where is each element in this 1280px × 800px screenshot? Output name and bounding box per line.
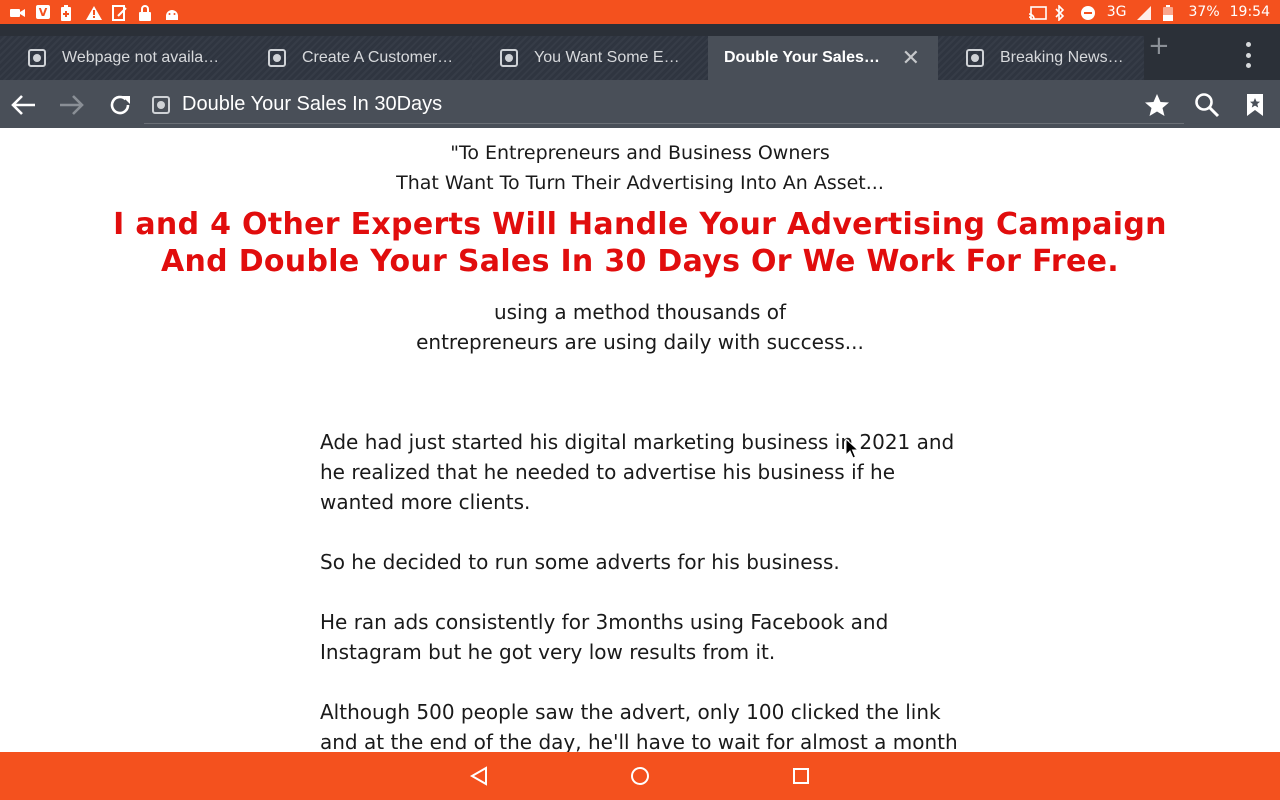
signal-icon [1136, 5, 1153, 20]
address-bar-title: Double Your Sales In 30Days [182, 93, 443, 115]
web-page-content: "To Entrepreneurs and Business Owners Th… [0, 128, 1280, 752]
subheadline-line-2: entrepreneurs are using daily with succe… [416, 330, 864, 354]
status-left-icons: V [10, 5, 180, 21]
headline: I and 4 Other Experts Will Handle Your A… [0, 206, 1280, 280]
bluetooth-icon [1055, 4, 1071, 22]
close-tab-icon[interactable]: ✕ [902, 45, 920, 71]
paragraph: Ade had just started his digital marketi… [320, 430, 955, 514]
video-icon [10, 5, 26, 19]
search-icon[interactable] [1194, 92, 1220, 118]
system-nav-bar [0, 752, 1280, 800]
status-bar: V 3G 37% 19:54 [0, 0, 1280, 24]
battery-icon [1162, 5, 1179, 21]
paragraph: So he decided to run some adverts for hi… [320, 550, 840, 574]
nav-home-icon[interactable] [628, 764, 652, 788]
globe-favicon-icon [28, 49, 46, 67]
clock: 19:54 [1229, 4, 1270, 20]
headline-line-2: And Double Your Sales In 30 Days Or We W… [161, 244, 1119, 279]
battery-saver-icon [60, 5, 76, 21]
mouse-pointer-icon [845, 437, 860, 460]
globe-favicon-icon [500, 49, 518, 67]
status-right-icons: 3G 37% 19:54 [1028, 4, 1270, 22]
tab-breaking-news[interactable]: Breaking News!! for [938, 36, 1144, 80]
tab-create-a-customer[interactable]: Create A Customer… [240, 36, 472, 80]
network-type: 3G [1106, 4, 1127, 20]
tab-label: You Want Some Em… [534, 49, 690, 66]
globe-favicon-icon [966, 49, 984, 67]
address-bar[interactable]: Double Your Sales In 30Days [144, 86, 1184, 124]
overflow-menu-icon[interactable] [1238, 42, 1258, 68]
paragraph: Although 500 people saw the advert, only… [320, 700, 958, 752]
nav-back-icon[interactable] [467, 764, 491, 788]
subheadline: using a method thousands of entrepreneur… [0, 297, 1280, 357]
back-arrow-icon[interactable] [11, 92, 37, 118]
tab-label: Create A Customer… [302, 49, 454, 66]
lock-icon [138, 5, 154, 21]
dnd-icon [1080, 5, 1097, 20]
tab-label: Webpage not availa… [62, 49, 220, 66]
edit-icon [112, 5, 128, 21]
intro-text: "To Entrepreneurs and Business Owners Th… [0, 138, 1280, 198]
globe-favicon-icon [268, 49, 286, 67]
new-tab-plus-icon[interactable]: + [1148, 33, 1172, 60]
reload-icon[interactable] [107, 92, 133, 118]
tab-webpage-not-available[interactable]: Webpage not availa… [0, 36, 240, 80]
battery-percent: 37% [1188, 4, 1220, 20]
warning-icon [86, 5, 102, 20]
tab-double-your-sales[interactable]: Double Your Sales I… ✕ [708, 36, 938, 80]
tab-label: Double Your Sales I… [724, 49, 884, 66]
intro-line-2: That Want To Turn Their Advertising Into… [396, 172, 884, 194]
bookmarks-panel-icon[interactable] [1242, 92, 1268, 118]
android-icon [164, 5, 180, 20]
nav-recents-icon[interactable] [789, 764, 813, 788]
tab-you-want-some-em[interactable]: You Want Some Em… [472, 36, 708, 80]
tab-strip: Webpage not availa… Create A Customer… Y… [0, 24, 1280, 80]
forward-arrow-icon[interactable] [58, 92, 84, 118]
cast-icon [1028, 5, 1047, 20]
intro-line-1: "To Entrepreneurs and Business Owners [450, 142, 830, 164]
vivaldi-icon: V [36, 5, 50, 19]
globe-favicon-icon [152, 95, 170, 114]
headline-line-1: I and 4 Other Experts Will Handle Your A… [113, 207, 1167, 242]
story-body: Ade had just started his digital marketi… [320, 427, 960, 752]
paragraph: He ran ads consistently for 3months usin… [320, 610, 889, 664]
tab-label: Breaking News!! for [1000, 49, 1126, 66]
subheadline-line-1: using a method thousands of [493, 300, 787, 324]
